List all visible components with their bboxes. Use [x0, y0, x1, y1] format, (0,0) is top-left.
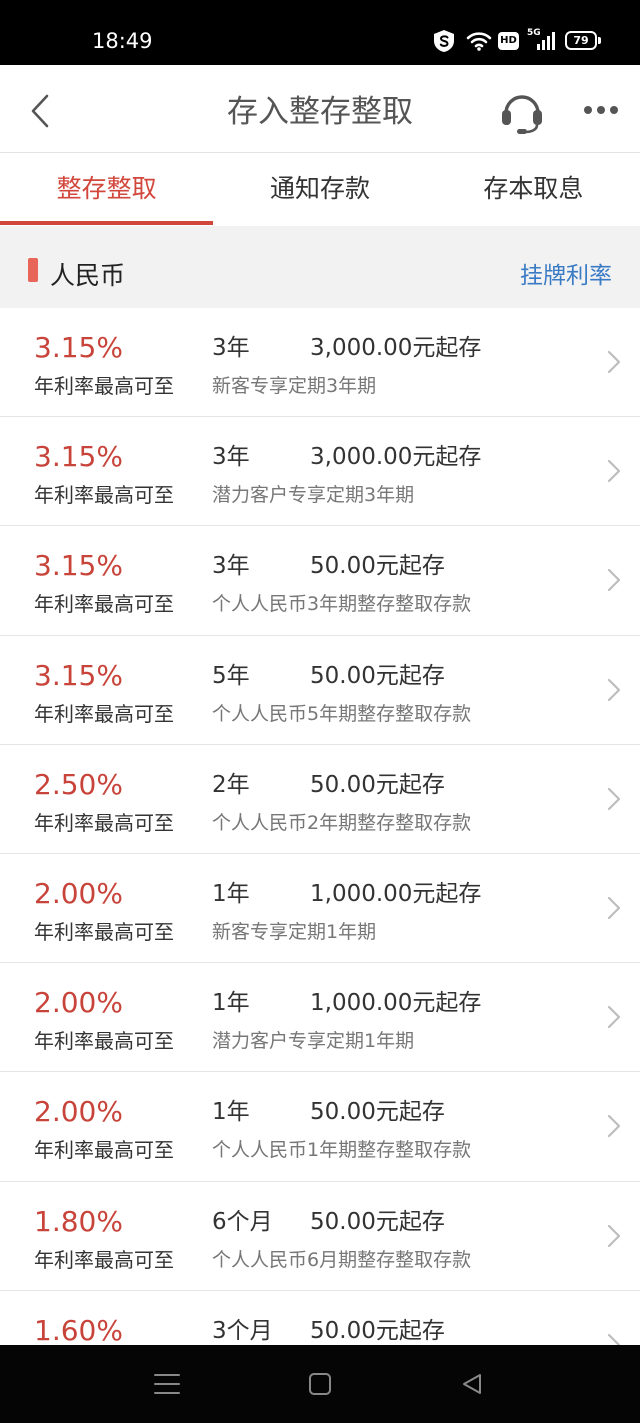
annual-rate: 3.15%	[34, 549, 123, 583]
system-nav-bar	[0, 1345, 640, 1423]
wifi-icon	[466, 32, 492, 51]
rate-label: 年利率最高可至	[34, 592, 174, 617]
minimum-amount: 3,000.00元起存	[310, 444, 482, 471]
tab-interest-withdrawal[interactable]: 存本取息	[427, 153, 640, 225]
product-row[interactable]: 3.15% 年利率最高可至 3年 50.00元起存个人人民币3年期整存整取存款	[0, 526, 640, 636]
annual-rate: 1.60%	[34, 1313, 123, 1345]
more-dots-icon[interactable]	[582, 105, 622, 115]
menu-icon[interactable]	[153, 1372, 181, 1396]
annual-rate: 3.15%	[34, 440, 123, 474]
product-row[interactable]: 2.00% 年利率最高可至 1年 50.00元起存个人人民币1年期整存整取存款	[0, 1072, 640, 1182]
annual-rate: 2.00%	[34, 986, 123, 1020]
currency-section-header: 人民币 挂牌利率	[0, 226, 640, 308]
headset-icon[interactable]	[498, 87, 546, 135]
tab-fixed-deposit[interactable]: 整存整取	[0, 153, 213, 225]
rate-label: 年利率最高可至	[34, 374, 174, 398]
deposit-term: 3个月	[212, 1317, 273, 1344]
tab-notice-deposit[interactable]: 通知存款	[213, 153, 426, 225]
product-list: 3.15% 年利率最高可至 3年 3,000.00元起存 新客专享定期3年期 3.15% 年…	[0, 308, 640, 1345]
deposit-term: 1年	[212, 990, 250, 1017]
section-marker	[28, 258, 38, 282]
deposit-term: 6个月	[212, 1208, 273, 1235]
minimum-amount: 50.00元起存	[310, 1317, 445, 1344]
status-time: 18:49	[92, 29, 153, 53]
deposit-term: 1年	[212, 1099, 250, 1126]
tab-bar: 整存整取 通知存款 存本取息	[0, 153, 640, 226]
product-row[interactable]: 1.60% 3个月 50.00元起存	[0, 1290, 640, 1345]
chevron-right-icon	[607, 1224, 621, 1247]
deposit-term: 2年	[212, 771, 250, 798]
rate-label: 年利率最高可至	[34, 919, 174, 944]
rate-label: 年利率最高可至	[34, 810, 174, 835]
product-row[interactable]: 2.00% 年利率最高可至 1年 1,000.00元起存新客专享定期1年期	[0, 853, 640, 964]
shield-s-icon	[434, 30, 454, 52]
chevron-right-icon	[607, 896, 621, 920]
product-row[interactable]: 3.15% 年利率最高可至 5年 50.00元起存个人人民币5年期整存整取存款	[0, 635, 640, 745]
chevron-right-icon	[607, 1006, 621, 1029]
battery-icon: 79	[565, 31, 597, 50]
chevron-right-icon	[607, 787, 621, 810]
product-name: 个人人民币5年期整存整取存款	[212, 702, 472, 725]
annual-rate: 3.15%	[34, 331, 123, 364]
listed-rates-link[interactable]: 挂牌利率	[520, 260, 612, 292]
deposit-term: 1年	[212, 880, 250, 907]
chevron-right-icon	[607, 1115, 621, 1138]
product-row[interactable]: 2.00% 年利率最高可至 1年 1,000.00元起存潜力客户专享定期1年期	[0, 963, 640, 1073]
annual-rate: 2.50%	[34, 767, 123, 801]
rate-label: 年利率最高可至	[34, 1029, 174, 1054]
minimum-amount: 50.00元起存	[310, 1099, 445, 1126]
deposit-term: 5年	[212, 662, 250, 689]
rate-label: 年利率最高可至	[34, 701, 174, 726]
minimum-amount: 1,000.00元起存	[310, 990, 482, 1017]
minimum-amount: 1,000.00元起存	[310, 880, 482, 907]
product-name: 个人人民币6月期整存整取存款	[212, 1248, 472, 1271]
product-row[interactable]: 3.15% 年利率最高可至 3年 3,000.00元起存新客专享定期3年期	[0, 308, 640, 418]
minimum-amount: 50.00元起存	[310, 553, 445, 580]
home-icon[interactable]	[308, 1372, 332, 1396]
chevron-right-icon	[607, 678, 621, 701]
minimum-amount: 50.00元起存	[310, 662, 445, 689]
hd-icon: HD	[498, 32, 519, 50]
annual-rate: 2.00%	[34, 1095, 123, 1129]
minimum-amount: 3,000.00元起存	[310, 335, 482, 361]
back-triangle-icon[interactable]	[460, 1372, 484, 1396]
signal-icon	[537, 32, 555, 50]
currency-title: 人民币	[50, 261, 126, 290]
deposit-term: 3年	[212, 553, 250, 580]
product-name: 潜力客户专享定期3年期	[212, 484, 415, 507]
chevron-right-icon	[607, 1333, 621, 1345]
deposit-term: 3年	[212, 335, 250, 361]
status-bar: 18:49 HD 5G 79	[0, 0, 640, 65]
chevron-right-icon	[607, 460, 621, 483]
battery-tip	[598, 37, 601, 44]
rate-label: 年利率最高可至	[34, 1138, 174, 1163]
tab-active-indicator	[0, 221, 213, 225]
annual-rate: 3.15%	[34, 658, 123, 692]
rate-label: 年利率最高可至	[34, 483, 174, 508]
deposit-term: 3年	[212, 444, 250, 471]
product-name: 个人人民币2年期整存整取存款	[212, 811, 472, 834]
product-row[interactable]: 3.15% 年利率最高可至 3年 3,000.00元起存潜力客户专享定期3年期	[0, 417, 640, 527]
product-row[interactable]: 2.50% 年利率最高可至 2年 50.00元起存个人人民币2年期整存整取存款	[0, 744, 640, 854]
product-row[interactable]: 1.80% 年利率最高可至 6个月 50.00元起存个人人民币6月期整存整取存款	[0, 1181, 640, 1291]
product-name: 新客专享定期1年期	[212, 920, 377, 943]
annual-rate: 1.80%	[34, 1204, 123, 1238]
minimum-amount: 50.00元起存	[310, 1208, 445, 1235]
rate-label: 年利率最高可至	[34, 1247, 174, 1272]
product-name: 潜力客户专享定期1年期	[212, 1030, 415, 1053]
annual-rate: 2.00%	[34, 876, 123, 910]
product-name: 个人人民币3年期整存整取存款	[212, 593, 472, 616]
chevron-right-icon	[607, 569, 621, 592]
minimum-amount: 50.00元起存	[310, 771, 445, 798]
product-name: 个人人民币1年期整存整取存款	[212, 1139, 472, 1162]
header: 存入整存整取	[0, 65, 640, 153]
chevron-right-icon	[607, 350, 621, 374]
product-name: 新客专享定期3年期	[212, 375, 377, 397]
